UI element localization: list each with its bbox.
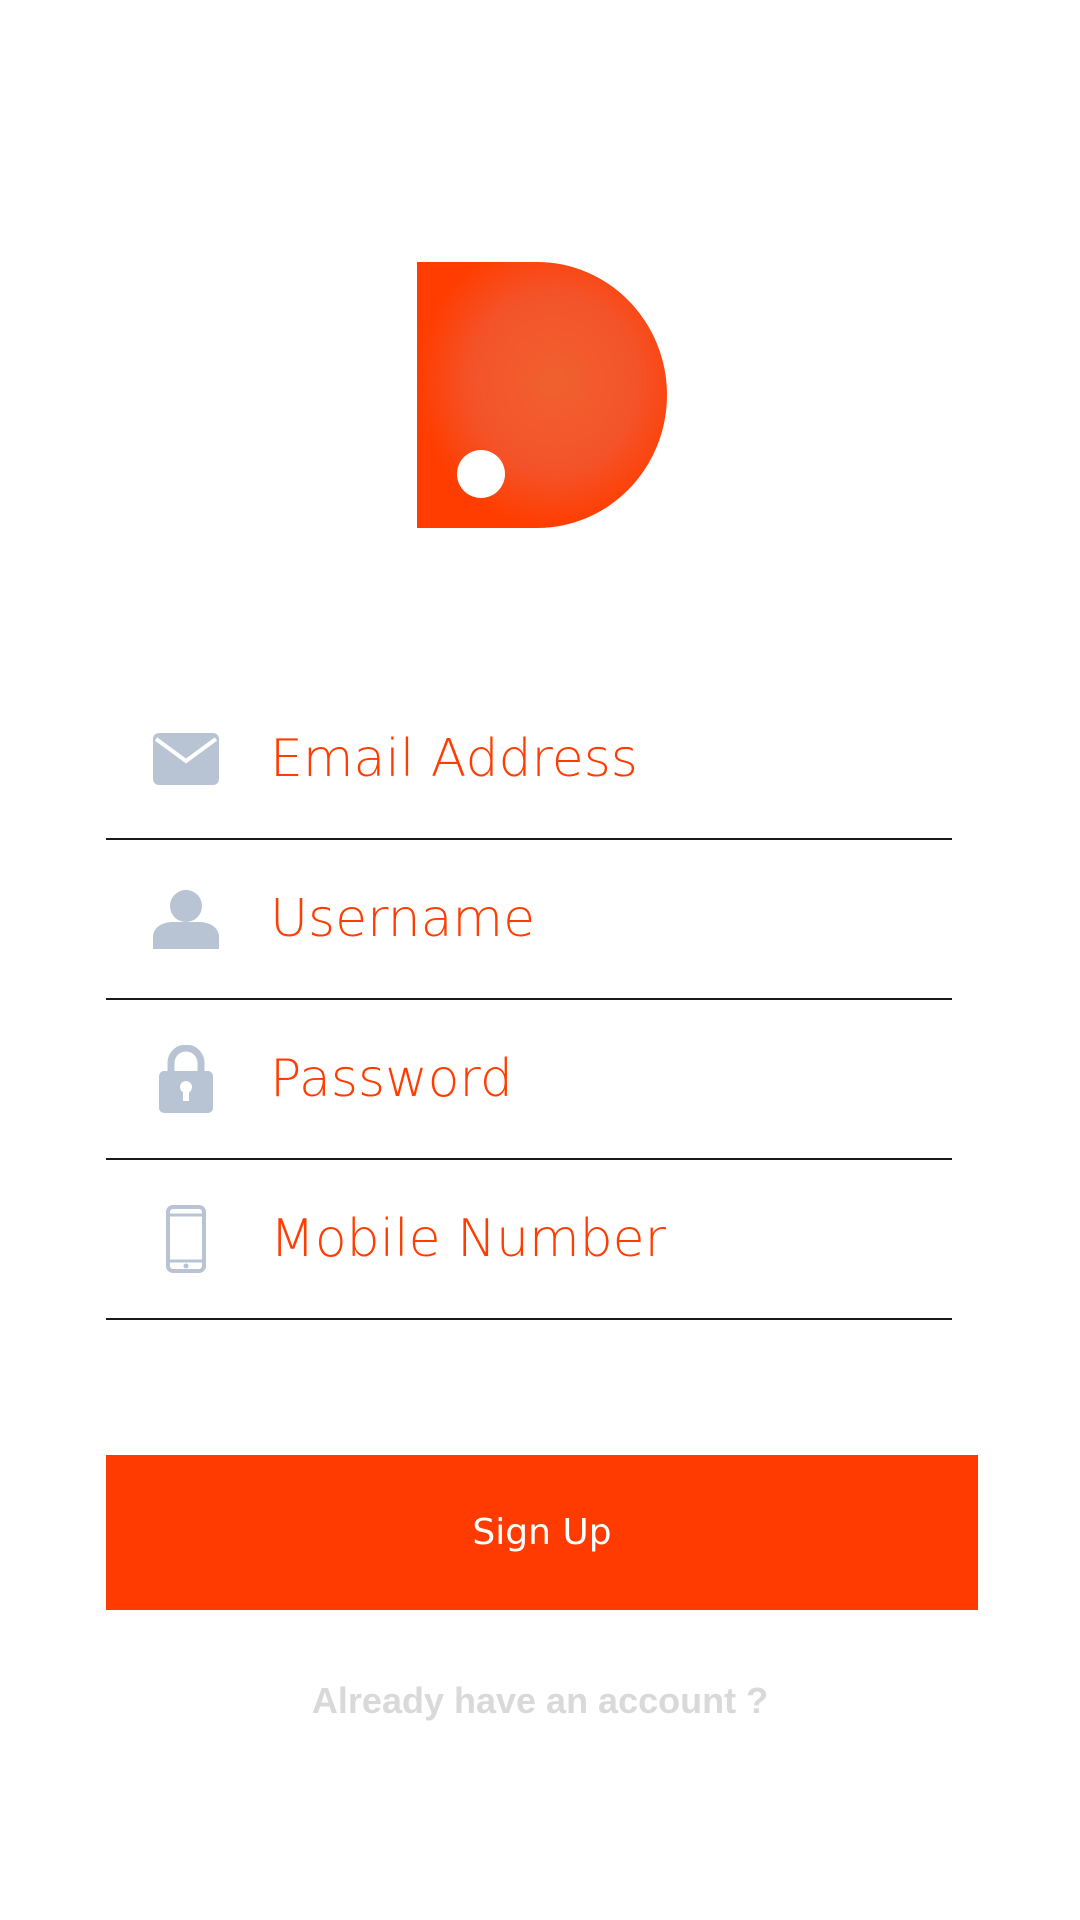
signup-button-label: Sign Up (472, 1512, 612, 1553)
email-field (106, 680, 952, 840)
brand-logo (417, 262, 667, 528)
password-field (106, 1000, 952, 1160)
lock-icon (152, 1045, 220, 1113)
email-input[interactable] (270, 680, 930, 838)
envelope-icon (152, 725, 220, 793)
phone-icon (152, 1205, 220, 1273)
mobile-input[interactable] (270, 1160, 930, 1318)
username-input[interactable] (270, 840, 930, 998)
signup-form (106, 680, 952, 1320)
password-input[interactable] (270, 1000, 930, 1158)
brand-logo-icon (417, 262, 667, 528)
signup-button[interactable]: Sign Up (106, 1455, 978, 1610)
login-link[interactable]: Already have an account ? (0, 1680, 1080, 1722)
username-field (106, 840, 952, 1000)
mobile-field (106, 1160, 952, 1320)
user-icon (152, 885, 220, 953)
